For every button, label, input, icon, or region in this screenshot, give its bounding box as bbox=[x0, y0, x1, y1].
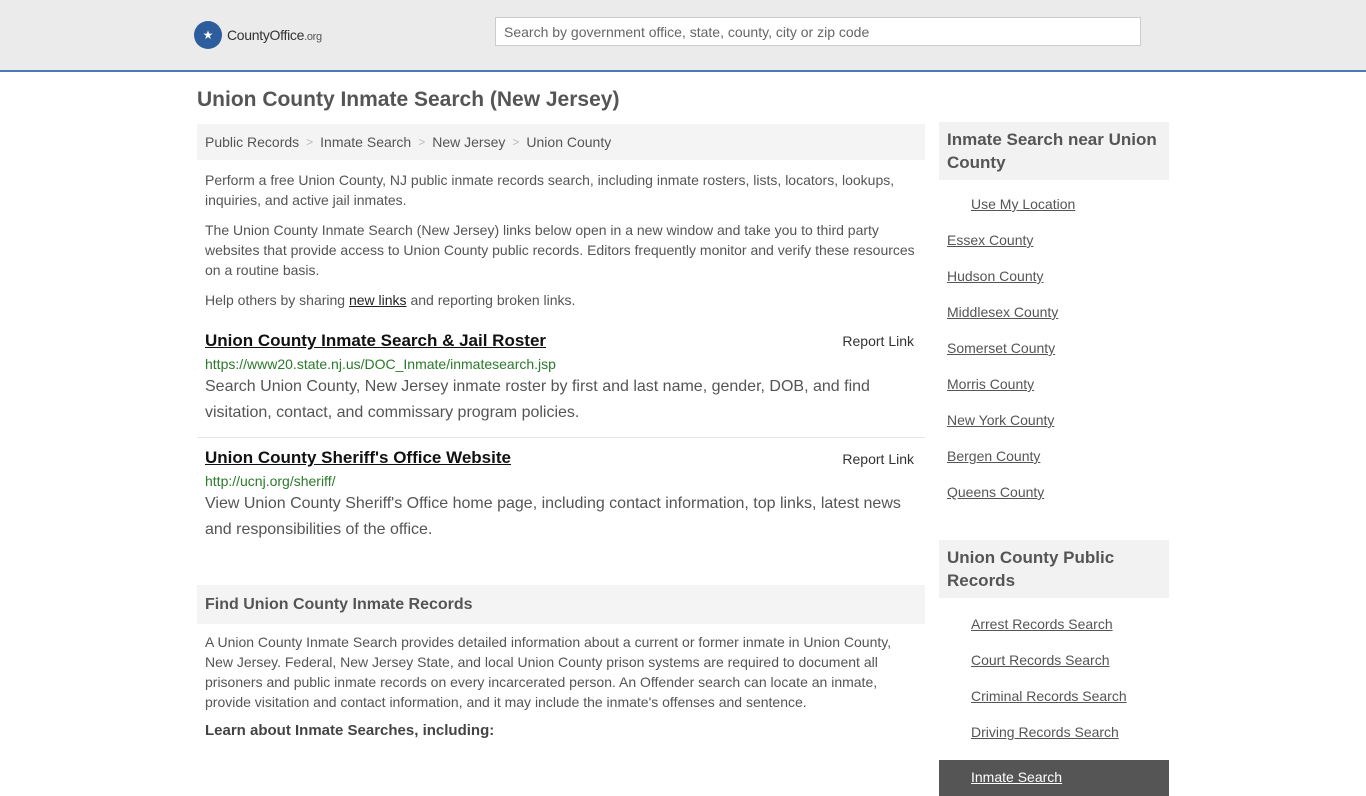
breadcrumb-separator-icon: > bbox=[306, 135, 314, 149]
active-records-item[interactable]: Inmate Search bbox=[939, 760, 1169, 796]
resource-link-title[interactable]: Union County Sheriff's Office Website bbox=[205, 448, 511, 468]
use-my-location-link[interactable]: Use My Location bbox=[971, 196, 1075, 212]
list-item: Bergen County bbox=[947, 448, 1161, 484]
site-logo[interactable]: ★ CountyOffice.org bbox=[194, 21, 322, 49]
report-link-button[interactable]: Report Link bbox=[842, 331, 914, 351]
nearby-county-link[interactable]: Bergen County bbox=[947, 448, 1040, 464]
new-links-link[interactable]: new links bbox=[349, 292, 407, 308]
nearby-county-link[interactable]: Essex County bbox=[947, 232, 1033, 248]
page-title: Union County Inmate Search (New Jersey) bbox=[197, 88, 620, 111]
records-link[interactable]: Criminal Records Search bbox=[971, 688, 1127, 704]
learn-heading: Learn about Inmate Searches, including: bbox=[205, 722, 495, 739]
records-link[interactable]: Arrest Records Search bbox=[971, 616, 1113, 632]
nearby-county-link[interactable]: Morris County bbox=[947, 376, 1034, 392]
breadcrumb: Public Records > Inmate Search > New Jer… bbox=[197, 124, 925, 160]
intro-paragraph-1: Perform a free Union County, NJ public i… bbox=[205, 172, 895, 208]
breadcrumb-public-records[interactable]: Public Records bbox=[205, 134, 299, 150]
list-item: Arrest Records Search bbox=[947, 616, 1161, 652]
list-item: New York County bbox=[947, 412, 1161, 448]
nearby-county-link[interactable]: Somerset County bbox=[947, 340, 1055, 356]
top-bar: ★ CountyOffice.org bbox=[0, 0, 1366, 72]
nearby-county-link[interactable]: New York County bbox=[947, 412, 1054, 428]
find-records-heading: Find Union County Inmate Records bbox=[197, 585, 925, 624]
logo-text: CountyOffice.org bbox=[227, 27, 322, 43]
resource-description: View Union County Sheriff's Office home … bbox=[205, 495, 901, 538]
list-item: Somerset County bbox=[947, 340, 1161, 376]
nearby-county-link[interactable]: Hudson County bbox=[947, 268, 1044, 284]
breadcrumb-new-jersey[interactable]: New Jersey bbox=[432, 134, 505, 150]
sidebar: Inmate Search near Union County Use My L… bbox=[939, 122, 1169, 796]
list-item: Court Records Search bbox=[947, 652, 1161, 688]
list-item: Criminal Records Search bbox=[947, 688, 1161, 724]
intro-paragraph-3: Help others by sharing new links and rep… bbox=[205, 292, 576, 308]
list-item: Driving Records Search bbox=[947, 724, 1161, 760]
public-records-heading: Union County Public Records bbox=[939, 540, 1169, 598]
public-records-list: Arrest Records Search Court Records Sear… bbox=[939, 598, 1169, 760]
breadcrumb-separator-icon: > bbox=[512, 135, 520, 149]
nearby-list: Use My Location Essex County Hudson Coun… bbox=[939, 180, 1169, 520]
nearby-county-link[interactable]: Middlesex County bbox=[947, 304, 1058, 320]
resource-link-item: Union County Inmate Search & Jail Roster… bbox=[197, 331, 925, 426]
breadcrumb-inmate-search[interactable]: Inmate Search bbox=[320, 134, 411, 150]
main-content: Public Records > Inmate Search > New Jer… bbox=[197, 124, 925, 739]
breadcrumb-union-county[interactable]: Union County bbox=[526, 134, 611, 150]
breadcrumb-separator-icon: > bbox=[418, 135, 426, 149]
list-item: Queens County bbox=[947, 484, 1161, 520]
resource-url: https://www20.state.nj.us/DOC_Inmate/inm… bbox=[205, 356, 556, 372]
nearby-county-link[interactable]: Queens County bbox=[947, 484, 1044, 500]
report-link-button[interactable]: Report Link bbox=[842, 449, 914, 469]
find-records-text: A Union County Inmate Search provides de… bbox=[205, 634, 892, 710]
nearby-heading: Inmate Search near Union County bbox=[939, 122, 1169, 180]
resource-link-title[interactable]: Union County Inmate Search & Jail Roster bbox=[205, 331, 546, 351]
list-item: Essex County bbox=[947, 232, 1161, 268]
list-item: Use My Location bbox=[947, 196, 1161, 232]
resource-description: Search Union County, New Jersey inmate r… bbox=[205, 378, 870, 421]
records-link[interactable]: Driving Records Search bbox=[971, 724, 1119, 740]
eagle-seal-icon: ★ bbox=[194, 21, 222, 49]
records-link[interactable]: Court Records Search bbox=[971, 652, 1110, 668]
intro-paragraph-2: The Union County Inmate Search (New Jers… bbox=[205, 222, 915, 278]
list-item: Hudson County bbox=[947, 268, 1161, 304]
resource-url: http://ucnj.org/sheriff/ bbox=[205, 473, 336, 489]
inmate-search-link[interactable]: Inmate Search bbox=[971, 769, 1062, 785]
site-search-input[interactable] bbox=[495, 17, 1141, 46]
intro-text: Perform a free Union County, NJ public i… bbox=[197, 170, 925, 310]
list-item: Middlesex County bbox=[947, 304, 1161, 340]
resource-link-item: Union County Sheriff's Office Website Re… bbox=[197, 437, 925, 543]
list-item: Morris County bbox=[947, 376, 1161, 412]
